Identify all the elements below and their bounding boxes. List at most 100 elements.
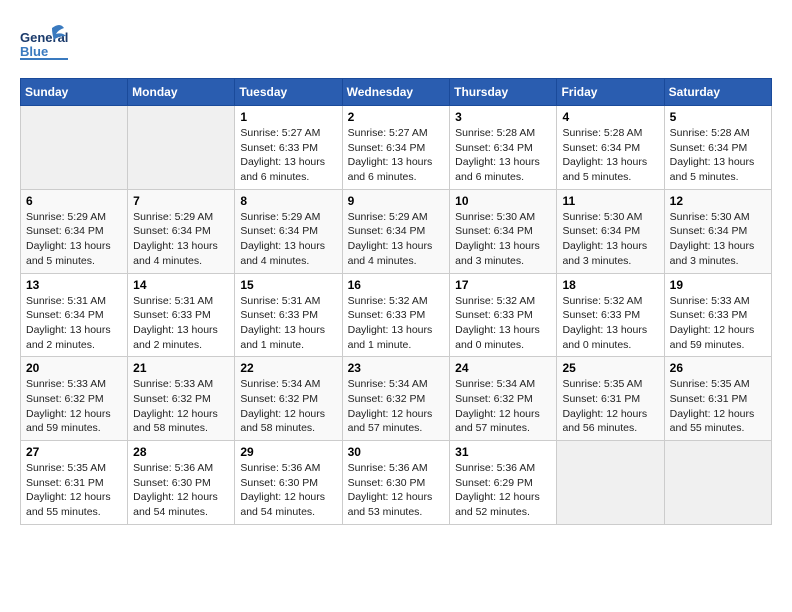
calendar-cell: 25 Sunrise: 5:35 AM Sunset: 6:31 PM Dayli… <box>557 357 664 441</box>
calendar-cell: 16 Sunrise: 5:32 AM Sunset: 6:33 PM Dayli… <box>342 273 450 357</box>
day-info: Sunrise: 5:29 AM Sunset: 6:34 PM Dayligh… <box>133 210 229 269</box>
day-info: Sunrise: 5:32 AM Sunset: 6:33 PM Dayligh… <box>348 294 445 353</box>
day-number: 21 <box>133 361 229 375</box>
calendar-cell: 18 Sunrise: 5:32 AM Sunset: 6:33 PM Dayli… <box>557 273 664 357</box>
day-info: Sunrise: 5:27 AM Sunset: 6:34 PM Dayligh… <box>348 126 445 185</box>
day-info: Sunrise: 5:27 AM Sunset: 6:33 PM Dayligh… <box>240 126 336 185</box>
day-number: 25 <box>562 361 658 375</box>
day-info: Sunrise: 5:32 AM Sunset: 6:33 PM Dayligh… <box>455 294 551 353</box>
calendar-cell: 27 Sunrise: 5:35 AM Sunset: 6:31 PM Dayli… <box>21 441 128 525</box>
calendar-cell: 14 Sunrise: 5:31 AM Sunset: 6:33 PM Dayli… <box>128 273 235 357</box>
calendar-week-1: 1 Sunrise: 5:27 AM Sunset: 6:33 PM Daylig… <box>21 106 772 190</box>
day-number: 26 <box>670 361 766 375</box>
day-info: Sunrise: 5:34 AM Sunset: 6:32 PM Dayligh… <box>348 377 445 436</box>
day-number: 18 <box>562 278 658 292</box>
svg-text:General: General <box>20 30 68 45</box>
day-info: Sunrise: 5:33 AM Sunset: 6:32 PM Dayligh… <box>133 377 229 436</box>
day-info: Sunrise: 5:28 AM Sunset: 6:34 PM Dayligh… <box>455 126 551 185</box>
day-number: 7 <box>133 194 229 208</box>
calendar-cell: 3 Sunrise: 5:28 AM Sunset: 6:34 PM Daylig… <box>450 106 557 190</box>
day-info: Sunrise: 5:29 AM Sunset: 6:34 PM Dayligh… <box>348 210 445 269</box>
calendar-week-2: 6Sunrise: 5:29 AM Sunset: 6:34 PM Daylig… <box>21 189 772 273</box>
day-info: Sunrise: 5:28 AM Sunset: 6:34 PM Dayligh… <box>562 126 658 185</box>
calendar-cell: 28 Sunrise: 5:36 AM Sunset: 6:30 PM Dayli… <box>128 441 235 525</box>
day-number: 1 <box>240 110 336 124</box>
calendar-cell <box>128 106 235 190</box>
day-info: Sunrise: 5:30 AM Sunset: 6:34 PM Dayligh… <box>562 210 658 269</box>
day-number: 23 <box>348 361 445 375</box>
day-info: Sunrise: 5:34 AM Sunset: 6:32 PM Dayligh… <box>455 377 551 436</box>
day-number: 28 <box>133 445 229 459</box>
day-info: Sunrise: 5:36 AM Sunset: 6:30 PM Dayligh… <box>348 461 445 520</box>
day-info: Sunrise: 5:28 AM Sunset: 6:34 PM Dayligh… <box>670 126 766 185</box>
calendar-week-4: 20Sunrise: 5:33 AM Sunset: 6:32 PM Dayli… <box>21 357 772 441</box>
day-info: Sunrise: 5:31 AM Sunset: 6:33 PM Dayligh… <box>240 294 336 353</box>
calendar-week-3: 13Sunrise: 5:31 AM Sunset: 6:34 PM Dayli… <box>21 273 772 357</box>
day-info: Sunrise: 5:30 AM Sunset: 6:34 PM Dayligh… <box>455 210 551 269</box>
day-number: 30 <box>348 445 445 459</box>
svg-text:Blue: Blue <box>20 44 48 59</box>
weekday-header-row: SundayMondayTuesdayWednesdayThursdayFrid… <box>21 79 772 106</box>
weekday-header-tuesday: Tuesday <box>235 79 342 106</box>
day-number: 12 <box>670 194 766 208</box>
calendar-cell: 1 Sunrise: 5:27 AM Sunset: 6:33 PM Daylig… <box>235 106 342 190</box>
page-header: General Blue <box>20 20 772 68</box>
calendar-cell: 17Sunrise: 5:32 AM Sunset: 6:33 PM Dayli… <box>450 273 557 357</box>
calendar-cell: 30 Sunrise: 5:36 AM Sunset: 6:30 PM Dayli… <box>342 441 450 525</box>
day-number: 8 <box>240 194 336 208</box>
day-info: Sunrise: 5:29 AM Sunset: 6:34 PM Dayligh… <box>240 210 336 269</box>
calendar-cell: 9 Sunrise: 5:29 AM Sunset: 6:34 PM Daylig… <box>342 189 450 273</box>
weekday-header-wednesday: Wednesday <box>342 79 450 106</box>
day-info: Sunrise: 5:32 AM Sunset: 6:33 PM Dayligh… <box>562 294 658 353</box>
day-info: Sunrise: 5:31 AM Sunset: 6:34 PM Dayligh… <box>26 294 122 353</box>
day-info: Sunrise: 5:29 AM Sunset: 6:34 PM Dayligh… <box>26 210 122 269</box>
calendar-table: SundayMondayTuesdayWednesdayThursdayFrid… <box>20 78 772 525</box>
calendar-cell: 21 Sunrise: 5:33 AM Sunset: 6:32 PM Dayli… <box>128 357 235 441</box>
day-number: 10 <box>455 194 551 208</box>
day-number: 24 <box>455 361 551 375</box>
calendar-cell: 4 Sunrise: 5:28 AM Sunset: 6:34 PM Daylig… <box>557 106 664 190</box>
day-number: 22 <box>240 361 336 375</box>
calendar-cell: 7 Sunrise: 5:29 AM Sunset: 6:34 PM Daylig… <box>128 189 235 273</box>
calendar-cell: 15 Sunrise: 5:31 AM Sunset: 6:33 PM Dayli… <box>235 273 342 357</box>
day-info: Sunrise: 5:36 AM Sunset: 6:30 PM Dayligh… <box>133 461 229 520</box>
calendar-cell: 29 Sunrise: 5:36 AM Sunset: 6:30 PM Dayli… <box>235 441 342 525</box>
day-number: 11 <box>562 194 658 208</box>
day-info: Sunrise: 5:31 AM Sunset: 6:33 PM Dayligh… <box>133 294 229 353</box>
calendar-cell: 12Sunrise: 5:30 AM Sunset: 6:34 PM Dayli… <box>664 189 771 273</box>
day-number: 9 <box>348 194 445 208</box>
logo-icon: General Blue <box>20 20 68 68</box>
calendar-cell: 6Sunrise: 5:29 AM Sunset: 6:34 PM Daylig… <box>21 189 128 273</box>
day-number: 29 <box>240 445 336 459</box>
calendar-cell: 10 Sunrise: 5:30 AM Sunset: 6:34 PM Dayli… <box>450 189 557 273</box>
weekday-header-friday: Friday <box>557 79 664 106</box>
day-info: Sunrise: 5:33 AM Sunset: 6:32 PM Dayligh… <box>26 377 122 436</box>
day-number: 27 <box>26 445 122 459</box>
day-info: Sunrise: 5:35 AM Sunset: 6:31 PM Dayligh… <box>562 377 658 436</box>
calendar-cell <box>557 441 664 525</box>
day-info: Sunrise: 5:36 AM Sunset: 6:29 PM Dayligh… <box>455 461 551 520</box>
day-number: 4 <box>562 110 658 124</box>
weekday-header-thursday: Thursday <box>450 79 557 106</box>
day-number: 15 <box>240 278 336 292</box>
calendar-cell: 8 Sunrise: 5:29 AM Sunset: 6:34 PM Daylig… <box>235 189 342 273</box>
day-number: 3 <box>455 110 551 124</box>
calendar-cell: 20Sunrise: 5:33 AM Sunset: 6:32 PM Dayli… <box>21 357 128 441</box>
weekday-header-sunday: Sunday <box>21 79 128 106</box>
day-info: Sunrise: 5:35 AM Sunset: 6:31 PM Dayligh… <box>26 461 122 520</box>
day-info: Sunrise: 5:33 AM Sunset: 6:33 PM Dayligh… <box>670 294 766 353</box>
day-number: 31 <box>455 445 551 459</box>
day-number: 14 <box>133 278 229 292</box>
day-info: Sunrise: 5:35 AM Sunset: 6:31 PM Dayligh… <box>670 377 766 436</box>
calendar-cell: 11 Sunrise: 5:30 AM Sunset: 6:34 PM Dayli… <box>557 189 664 273</box>
day-number: 16 <box>348 278 445 292</box>
calendar-week-5: 27 Sunrise: 5:35 AM Sunset: 6:31 PM Dayli… <box>21 441 772 525</box>
calendar-cell: 22 Sunrise: 5:34 AM Sunset: 6:32 PM Dayli… <box>235 357 342 441</box>
day-info: Sunrise: 5:36 AM Sunset: 6:30 PM Dayligh… <box>240 461 336 520</box>
day-number: 19 <box>670 278 766 292</box>
day-number: 2 <box>348 110 445 124</box>
day-number: 5 <box>670 110 766 124</box>
day-info: Sunrise: 5:34 AM Sunset: 6:32 PM Dayligh… <box>240 377 336 436</box>
weekday-header-saturday: Saturday <box>664 79 771 106</box>
calendar-cell <box>21 106 128 190</box>
